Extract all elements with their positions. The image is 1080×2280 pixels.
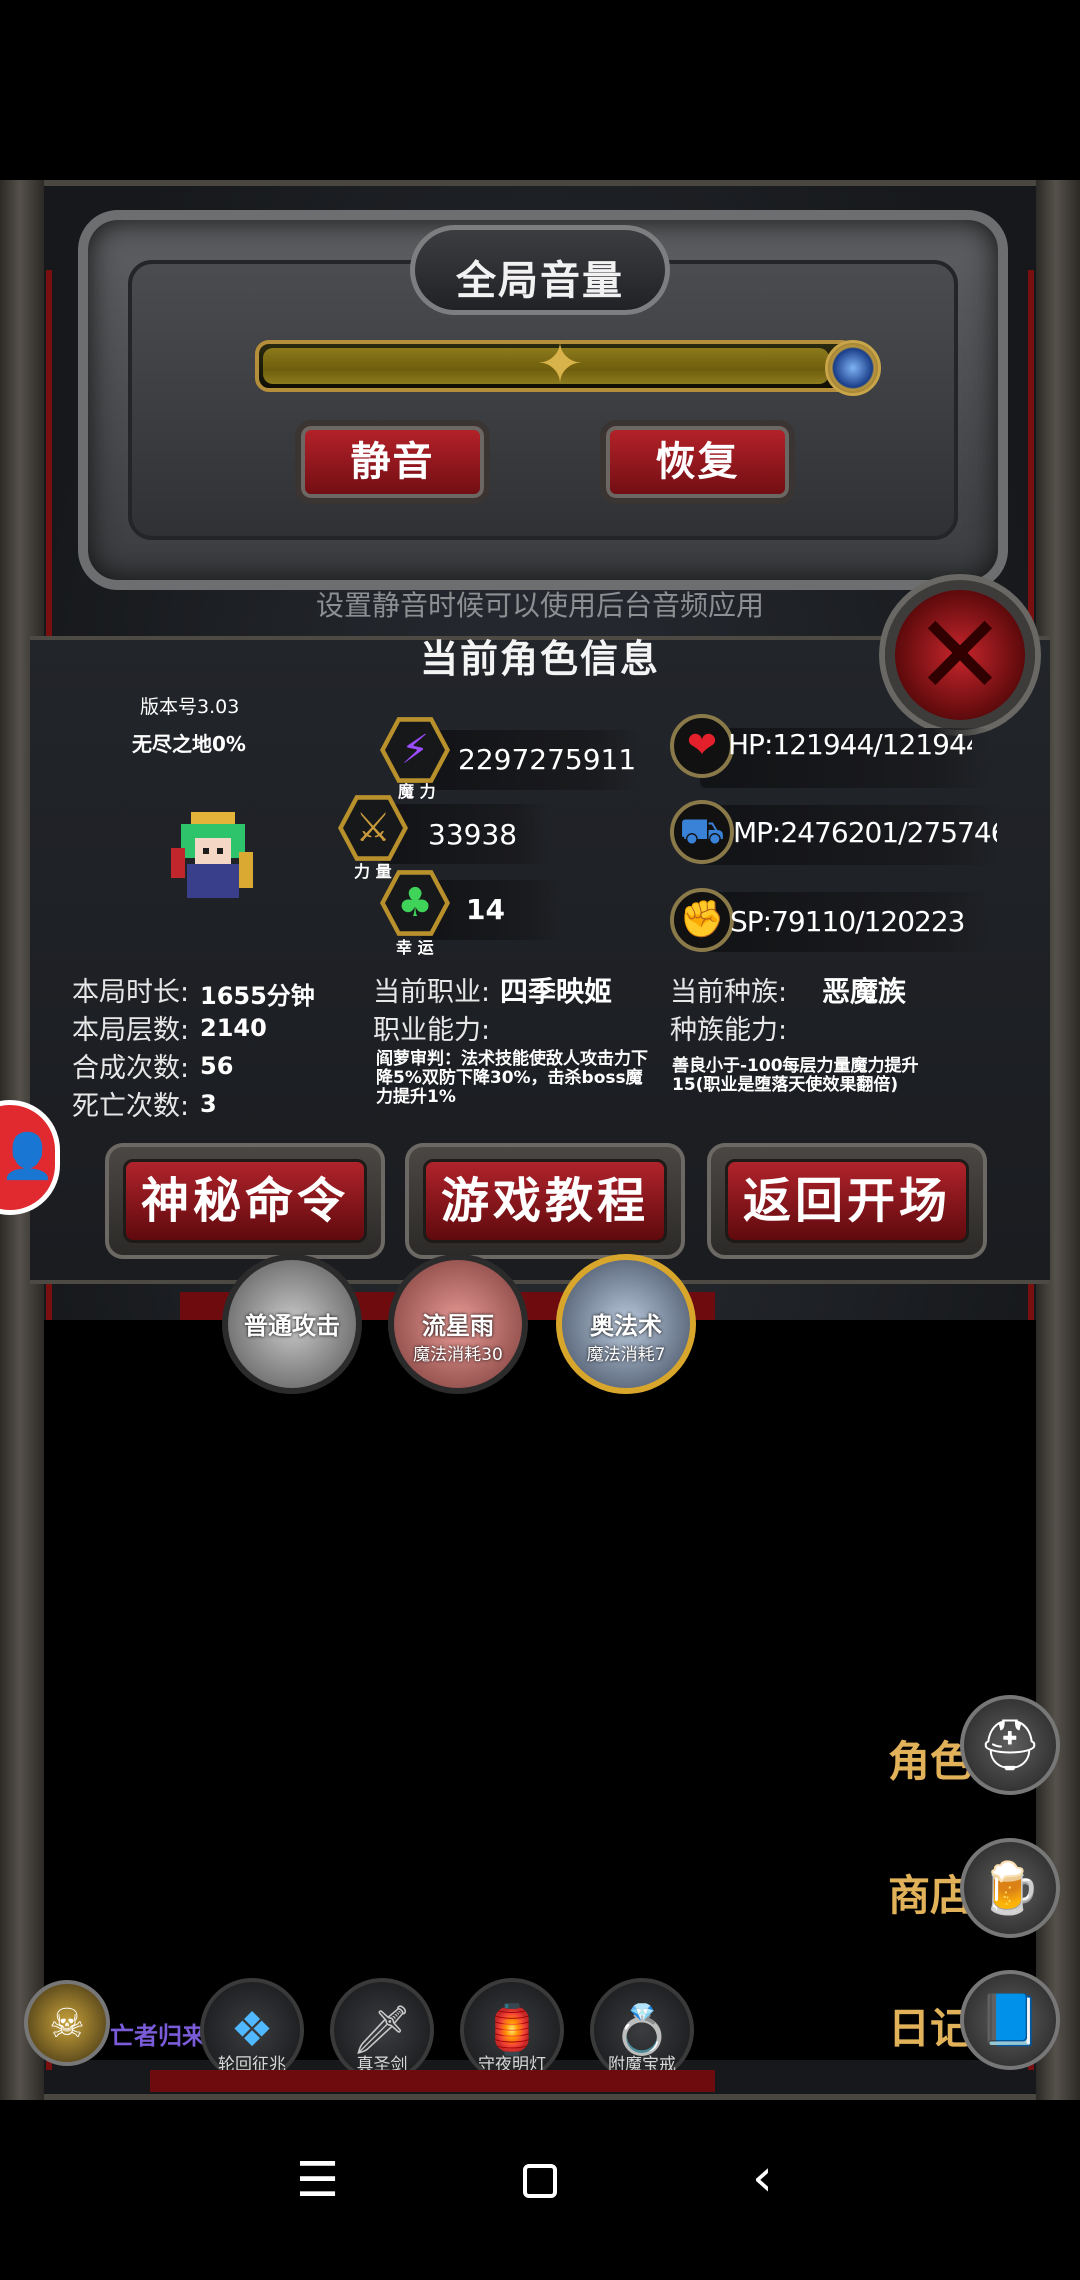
home-icon[interactable]	[523, 2164, 557, 2198]
skill-arcane[interactable]: 奥法术 魔法消耗7	[556, 1254, 696, 1394]
restore-button[interactable]: 恢复	[600, 420, 795, 504]
merges-value: 56	[200, 1052, 234, 1080]
luck-label: 幸 运	[396, 938, 434, 957]
character-avatar	[171, 812, 253, 898]
race-ability-label: 种族能力:	[670, 1015, 788, 1046]
mute-button[interactable]: 静音	[295, 420, 490, 504]
secret-command-label: 神秘命令	[140, 1173, 349, 1229]
character-menu-label[interactable]: 角色	[888, 1728, 972, 1789]
beer-mug-icon[interactable]: 🍺	[960, 1838, 1060, 1938]
deaths-label: 死亡次数:	[72, 1091, 190, 1122]
job-label: 当前职业:	[373, 977, 491, 1008]
magic-value: 2297275911	[458, 743, 637, 776]
duration-label: 本局时长:	[72, 977, 190, 1008]
strength-label: 力 量	[354, 862, 392, 881]
volume-slider-knob[interactable]	[825, 340, 881, 396]
battle-area	[44, 1320, 1036, 2060]
job-ability-desc: 阎萝审判：法术技能使敌人攻击力下降5%双防下降30%，击杀boss魔力提升1%	[376, 1049, 648, 1107]
menu-icon[interactable]: ☰	[296, 2152, 339, 2208]
hp-clip: HP:121944/121944	[728, 728, 972, 768]
mp-icon: ⛟	[670, 800, 734, 864]
secret-command-button[interactable]: 神秘命令	[105, 1143, 385, 1259]
skill-name: 普通攻击	[244, 1312, 340, 1340]
mp-value: MP:2476201/2757469	[733, 816, 997, 849]
book-icon[interactable]: 📘	[960, 1970, 1060, 2070]
volume-title: 全局音量	[456, 258, 624, 304]
merges-label: 合成次数:	[72, 1053, 190, 1084]
back-to-start-label: 返回开场	[742, 1173, 951, 1229]
sword-icon: ⚔	[343, 799, 403, 857]
skill-name: 流星雨	[422, 1312, 494, 1340]
hp-value: HP:121944/121944	[728, 728, 972, 761]
game-screen: 全局音量 ✦ 静音 恢复 设置静音时候可以使用后台音频应用 当前角色信息 ✕ 版…	[0, 0, 1080, 2280]
mp-clip: MP:2476201/2757469	[733, 816, 997, 856]
clover-icon: ♣	[385, 874, 445, 932]
back-to-start-button[interactable]: 返回开场	[707, 1143, 987, 1259]
system-nav-bar: ☰ ‹	[0, 2100, 1080, 2280]
skill-cost: 魔法消耗30	[413, 1345, 503, 1365]
job-value: 四季映姬	[500, 975, 613, 1008]
race-ability-desc: 善良小于-100每层力量魔力提升15(职业是堕落天使效果翻倍)	[672, 1056, 919, 1095]
boss-label: 亡者归来	[110, 2022, 206, 2050]
magic-label: 魔 力	[398, 782, 436, 801]
race-label: 当前种族:	[670, 977, 788, 1008]
skill-cost: 魔法消耗7	[586, 1345, 666, 1365]
ornament-icon: ✦	[536, 332, 584, 397]
back-icon[interactable]: ‹	[752, 2148, 773, 2208]
luck-value: 14	[466, 893, 505, 926]
skill-normal-attack[interactable]: 普通攻击	[222, 1254, 362, 1394]
floors-label: 本局层数:	[72, 1015, 190, 1046]
heart-icon: ❤	[670, 714, 734, 778]
race-value: 恶魔族	[822, 975, 907, 1008]
duration-value: 1655分钟	[200, 982, 315, 1010]
bottom-red-bar	[150, 2070, 715, 2092]
skill-meteor[interactable]: 流星雨 魔法消耗30	[388, 1254, 528, 1394]
mode-label: 无尽之地0%	[132, 732, 246, 756]
tutorial-button[interactable]: 游戏教程	[405, 1143, 685, 1259]
job-ability-label: 职业能力:	[373, 1015, 491, 1046]
deaths-value: 3	[200, 1090, 217, 1118]
skill-name: 奥法术	[590, 1312, 662, 1340]
tutorial-label: 游戏教程	[440, 1173, 649, 1229]
strength-value: 33938	[428, 818, 518, 851]
boss-portrait-icon[interactable]: ☠	[24, 1980, 110, 2066]
floors-value: 2140	[200, 1014, 267, 1042]
sp-icon: ✊	[670, 888, 734, 952]
version-label: 版本号3.03	[140, 696, 240, 718]
lightning-icon: ⚡	[385, 721, 445, 779]
sp-value: SP:79110/120223	[730, 905, 965, 938]
user-icon[interactable]: 👤	[0, 1130, 55, 1182]
close-icon[interactable]: ✕	[885, 580, 1035, 730]
helmet-icon[interactable]: ⛑	[960, 1695, 1060, 1795]
